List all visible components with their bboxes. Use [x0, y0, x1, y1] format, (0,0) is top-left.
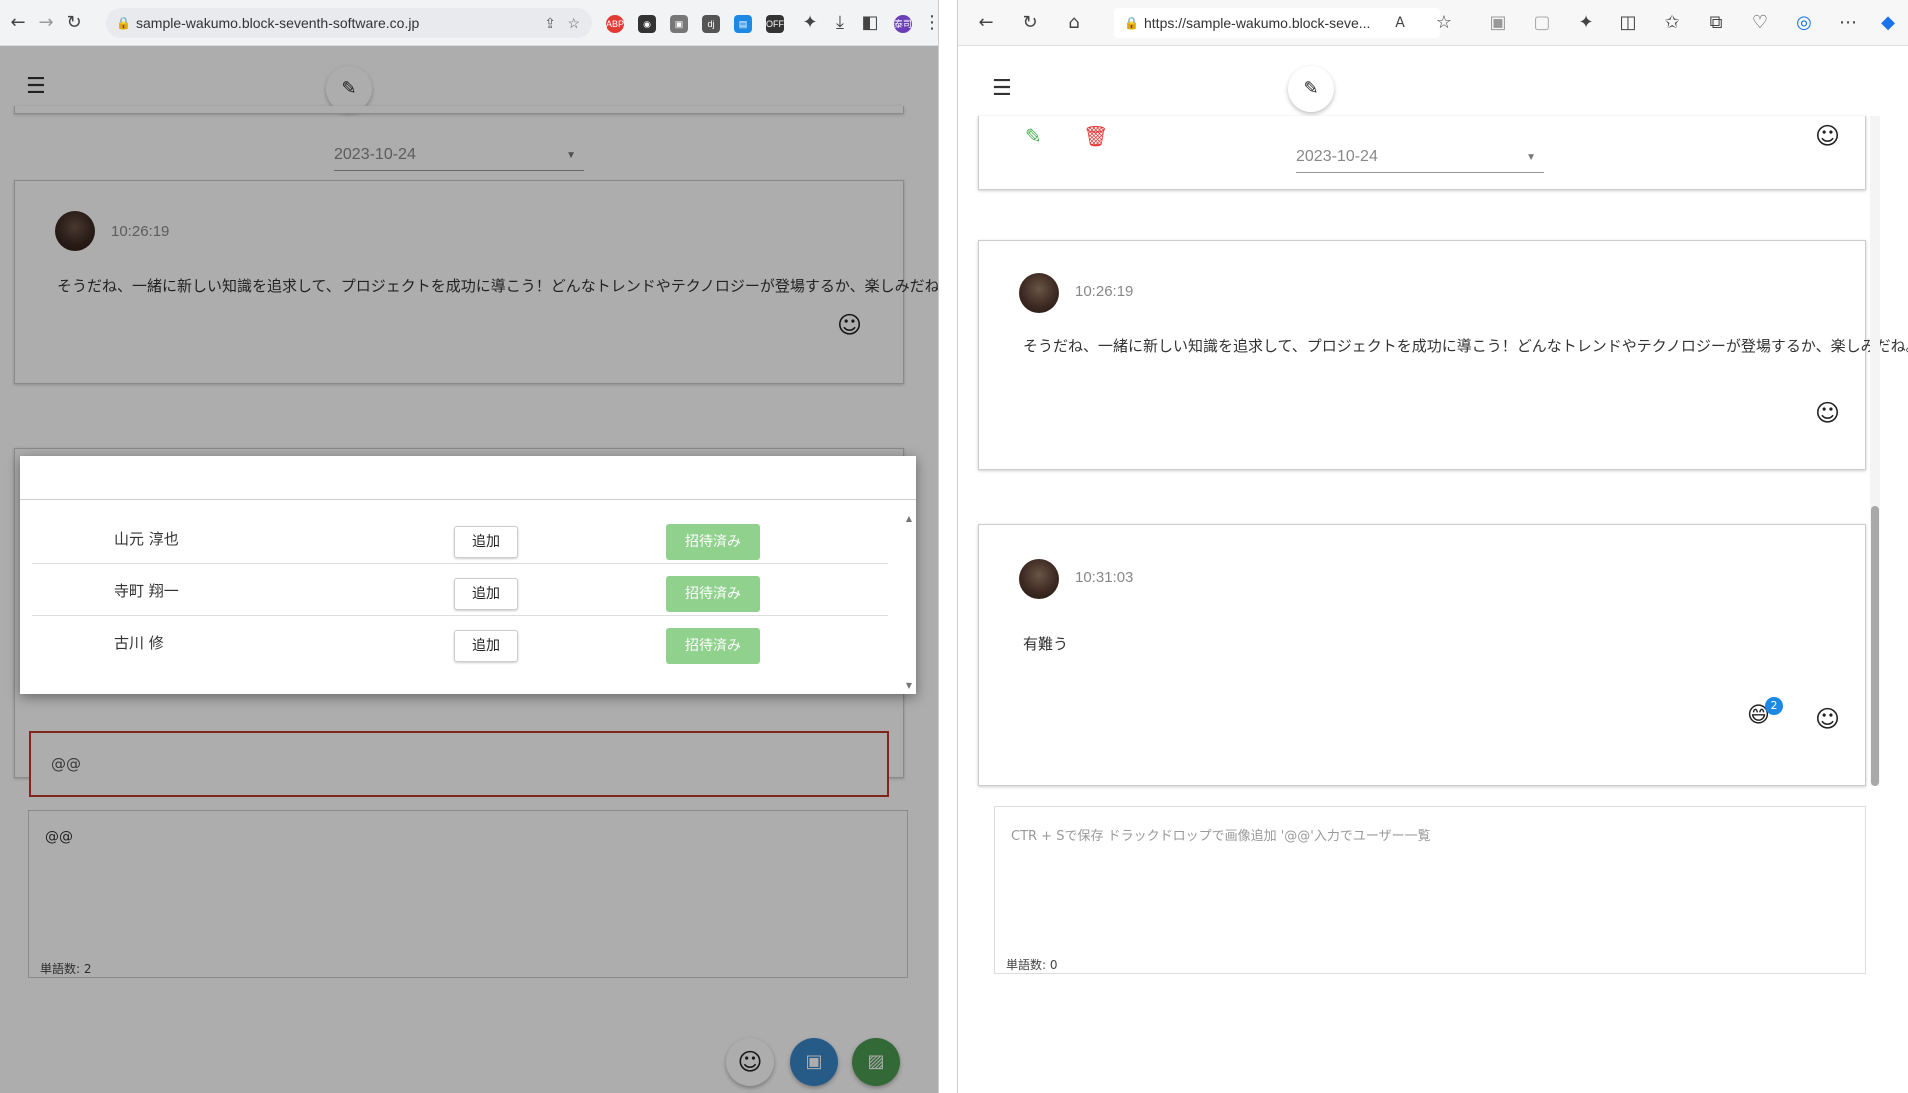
- edge-toolbar: ← ↻ ⌂ 🔒 https://sample-wakumo.block-seve…: [958, 0, 1908, 46]
- user-name: 古川 修: [114, 634, 164, 652]
- edit-icon[interactable]: ✎: [1025, 124, 1042, 148]
- reload-icon[interactable]: ↻: [1016, 0, 1044, 46]
- invited-button[interactable]: 招待済み: [666, 576, 760, 612]
- reload-icon[interactable]: ↻: [60, 0, 88, 46]
- profile-avatar[interactable]: 泰司: [894, 15, 912, 33]
- adblock-icon[interactable]: ABP: [606, 15, 624, 33]
- user-name: 山元 淳也: [114, 530, 179, 548]
- more-options-icon[interactable]: ⋯: [1834, 0, 1862, 46]
- extension-dj-icon[interactable]: dj: [702, 15, 720, 33]
- message-text: 有難う: [1023, 635, 1069, 653]
- message-time: 10:31:03: [1075, 569, 1134, 586]
- hamburger-menu-icon[interactable]: ☰: [992, 76, 1012, 101]
- message-time: 10:26:19: [1075, 283, 1134, 300]
- address-text: sample-wakumo.block-seventh-software.co.…: [136, 15, 420, 31]
- date-select[interactable]: 2023-10-24 ▼: [1296, 148, 1544, 173]
- caret-down-icon: ▼: [1526, 152, 1536, 163]
- favorites-icon[interactable]: ✩: [1658, 0, 1686, 46]
- copilot-icon[interactable]: ◆: [1874, 0, 1902, 46]
- invited-button[interactable]: 招待済み: [666, 524, 760, 560]
- add-user-button[interactable]: 追加: [454, 526, 518, 558]
- message-text: そうだね、一緒に新しい知識を追求して、プロジェクトを成功に導こう！どんなトレンド…: [1023, 337, 1908, 355]
- editor-placeholder: CTR + Sで保存 ドラックドロップで画像追加 '@@'入力でユーザー一覧: [1011, 829, 1431, 844]
- home-icon[interactable]: ⌂: [1060, 0, 1088, 46]
- address-text: https://sample-wakumo.block-seve...: [1144, 15, 1371, 31]
- camera-icon[interactable]: ▣: [670, 15, 688, 33]
- user-row: 寺町 翔一 追加 招待済み: [32, 564, 888, 616]
- collections-icon[interactable]: ⧉: [1702, 0, 1730, 46]
- chrome-toolbar: ← → ↻ 🔒 sample-wakumo.block-seventh-soft…: [0, 0, 938, 46]
- word-count: 単語数: 0: [1006, 958, 1058, 972]
- sidepanel-icon[interactable]: ◧: [856, 0, 884, 46]
- delete-icon[interactable]: 🗑: [1083, 124, 1108, 148]
- extension-off-icon[interactable]: OFF: [766, 15, 784, 33]
- download-icon[interactable]: ⤓: [826, 0, 854, 46]
- editor-textarea[interactable]: CTR + Sで保存 ドラックドロップで画像追加 '@@'入力でユーザー一覧: [994, 806, 1866, 974]
- split-screen-icon[interactable]: ◫: [1614, 0, 1642, 46]
- address-bar[interactable]: 🔒 sample-wakumo.block-seventh-software.c…: [106, 8, 592, 38]
- scrollbar-thumb[interactable]: [1871, 506, 1879, 786]
- lock-icon: 🔒: [1124, 16, 1139, 30]
- right-page: ☰ ✎ ✎ 🗑 ☺ 2023-10-24 ▼ 10:26:19 そうだね、一緒に…: [958, 46, 1908, 1093]
- lock-icon: 🔒: [116, 16, 131, 30]
- add-user-button[interactable]: 追加: [454, 578, 518, 610]
- scroll-down-arrow-icon[interactable]: ▼: [906, 681, 912, 690]
- menu-kebab-icon[interactable]: ⋮: [918, 0, 938, 46]
- left-browser-window: ← → ↻ 🔒 sample-wakumo.block-seventh-soft…: [0, 0, 938, 1093]
- back-icon[interactable]: ←: [4, 0, 32, 46]
- favorite-star-icon[interactable]: ☆: [1430, 0, 1458, 46]
- extension-glasses-icon[interactable]: ◉: [638, 15, 656, 33]
- reaction-count-badge: 2: [1765, 697, 1783, 715]
- user-row: 古川 修 追加 招待済み: [32, 616, 888, 668]
- message-card: 10:31:03 有難う 😄 2 ☺: [978, 524, 1866, 786]
- edit-note-button[interactable]: ✎: [1288, 66, 1334, 112]
- message-card: 10:26:19 そうだね、一緒に新しい知識を追求して、プロジェクトを成功に導こ…: [978, 240, 1908, 470]
- left-page: ☰ ✎ 2023-10-24 ▼ 10:26:19 そうだね、一緒に新しい知識を…: [0, 46, 938, 1093]
- avatar: [1019, 559, 1059, 599]
- forward-icon[interactable]: →: [32, 0, 60, 46]
- extension-blue-icon[interactable]: ▤: [734, 15, 752, 33]
- modal-header: [20, 456, 916, 500]
- extension-icon[interactable]: ▣: [1484, 0, 1512, 46]
- extensions-icon[interactable]: ✦: [1572, 0, 1600, 46]
- browser-essentials-icon[interactable]: ♡: [1746, 0, 1774, 46]
- back-icon[interactable]: ←: [972, 0, 1000, 46]
- user-name: 寺町 翔一: [114, 582, 179, 600]
- add-user-button[interactable]: 追加: [454, 630, 518, 662]
- extensions-puzzle-icon[interactable]: ✦: [796, 0, 824, 46]
- right-browser-window: ← ↻ ⌂ 🔒 https://sample-wakumo.block-seve…: [958, 0, 1908, 1093]
- reaction-smile-icon[interactable]: ☺: [1815, 124, 1840, 148]
- performance-icon[interactable]: ◎: [1790, 0, 1818, 46]
- user-row: 山元 淳也 追加 招待済み: [32, 512, 888, 564]
- read-aloud-icon[interactable]: A: [1386, 0, 1414, 46]
- star-icon[interactable]: ☆: [567, 8, 580, 38]
- avatar: [1019, 273, 1059, 313]
- reaction-smile-icon[interactable]: ☺: [1815, 707, 1840, 731]
- scroll-up-arrow-icon[interactable]: ▲: [906, 514, 912, 523]
- reaction-smile-icon[interactable]: ☺: [1815, 401, 1840, 425]
- share-icon[interactable]: ⇪: [544, 8, 556, 38]
- user-list-modal: 山元 淳也 追加 招待済み 寺町 翔一 追加 招待済み 古川 修 追加 招待済み…: [20, 456, 916, 694]
- extension-grey-icon[interactable]: ▢: [1528, 0, 1556, 46]
- invited-button[interactable]: 招待済み: [666, 628, 760, 664]
- date-value: 2023-10-24: [1296, 148, 1378, 165]
- split-divider[interactable]: [938, 0, 958, 1093]
